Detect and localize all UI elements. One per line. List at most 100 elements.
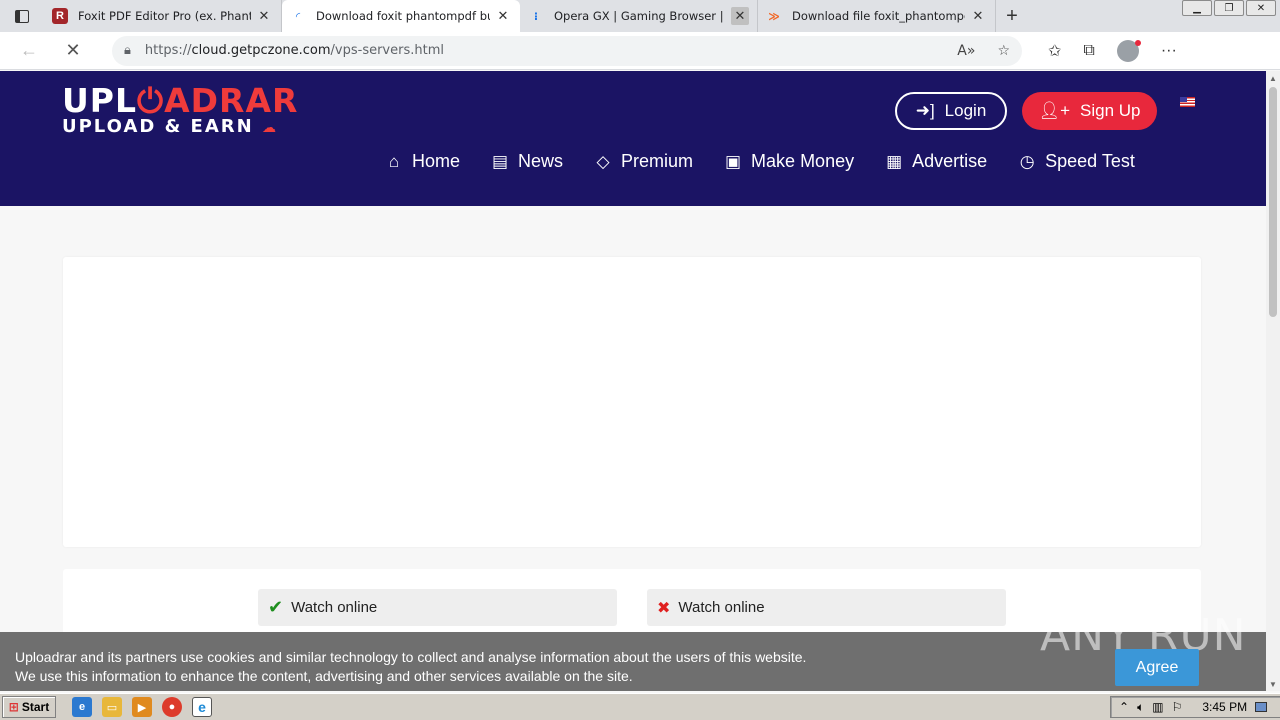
signup-button[interactable]: 👤︎+ Sign Up: [1022, 92, 1157, 130]
watch-online-unavailable[interactable]: ✖ Watch online: [647, 589, 1006, 626]
nav-label: News: [518, 151, 564, 171]
us-flag-icon[interactable]: [1180, 97, 1195, 107]
newspaper-icon: ▤: [491, 151, 509, 171]
scroll-down-icon[interactable]: ▼: [1266, 677, 1280, 691]
login-button[interactable]: ➜] Login: [895, 92, 1007, 130]
watch-online-label: Watch online: [291, 599, 378, 616]
network-icon[interactable]: ▥: [1152, 700, 1163, 714]
close-tab-icon[interactable]: ✕: [969, 7, 987, 25]
money-icon: ▣: [725, 151, 742, 171]
nav-advertise[interactable]: ▦ Advertise: [884, 151, 987, 172]
quick-launch: e ▭ ▶ ● e: [72, 697, 212, 717]
watch-online-available[interactable]: ✔ Watch online: [258, 589, 617, 626]
page-scrollbar[interactable]: ▲ ▼: [1266, 71, 1280, 691]
windows-logo-icon: ⊞: [8, 700, 19, 714]
url-path: /vps-servers.html: [330, 43, 444, 58]
media-player-icon[interactable]: ▶: [132, 697, 152, 717]
close-tab-icon[interactable]: ✕: [255, 7, 273, 25]
tab-title: Download file foxit_phantompdf_: [792, 9, 965, 23]
browser-toolbar: ← ✕ 🔒︎ https://cloud.getpczone.com/vps-s…: [0, 32, 1280, 70]
back-arrow-icon: ←: [20, 40, 38, 60]
scroll-thumb[interactable]: [1269, 87, 1277, 317]
nav-label: Home: [412, 151, 461, 171]
plus-icon: +: [1006, 4, 1018, 27]
favorites-icon[interactable]: ✩: [1048, 41, 1061, 61]
tab-title: Download foxit phantompdf busi: [316, 9, 490, 23]
nav-label: Make Money: [751, 151, 855, 171]
ad-card-icon: ▦: [886, 151, 903, 171]
stop-loading-button[interactable]: ✕: [54, 35, 92, 67]
url-scheme: https://: [144, 43, 192, 58]
signup-label: Sign Up: [1080, 101, 1141, 120]
nav-speed-test[interactable]: ◷ Speed Test: [1017, 151, 1135, 172]
new-tab-button[interactable]: +: [996, 0, 1028, 32]
browser-tab-strip: R Foxit PDF Editor Pro (ex. Phantom ✕ ◜ …: [0, 0, 1280, 32]
clock-icon: ◷: [1019, 151, 1035, 171]
nav-news[interactable]: ▤ News: [490, 151, 563, 172]
tab-download-file[interactable]: ≫ Download file foxit_phantompdf_ ✕: [758, 0, 996, 32]
window-controls: ▁ ❐ ✕: [1182, 0, 1280, 18]
ad-placeholder-card: [63, 257, 1201, 547]
add-favorite-icon[interactable]: ☆: [997, 43, 1010, 59]
profile-avatar[interactable]: [1116, 39, 1141, 62]
tab-actions-icon: [15, 9, 29, 23]
windows-taskbar: ⊞ Start e ▭ ▶ ● e ⌃ 🔈︎ ▥ ⚐ 3:45 PM: [0, 693, 1280, 720]
logo-text-a: UPL: [62, 81, 138, 120]
tab-opera-gx[interactable]: ⁝ Opera GX | Gaming Browser | Ope ✕: [520, 0, 758, 32]
more-menu-icon[interactable]: ···: [1161, 42, 1177, 60]
collections-icon[interactable]: ⧉: [1083, 42, 1094, 60]
close-icon: ✕: [65, 40, 81, 60]
restore-button[interactable]: ❐: [1214, 0, 1244, 16]
tab-actions-button[interactable]: [0, 0, 44, 32]
diamond-icon: ◇: [596, 151, 610, 171]
close-window-button[interactable]: ✕: [1246, 0, 1276, 16]
home-icon: ⌂: [388, 151, 400, 171]
scroll-up-icon[interactable]: ▲: [1266, 71, 1280, 85]
clock: 3:45 PM: [1202, 700, 1248, 714]
system-tray: ⌃ 🔈︎ ▥ ⚐ 3:45 PM: [1110, 696, 1280, 718]
uploadrar-logo[interactable]: UPL⏻ADRAR UPLOAD & EARN ☁: [62, 84, 298, 138]
site-header: UPL⏻ADRAR UPLOAD & EARN ☁ ➜] Login 👤︎+ S…: [0, 71, 1266, 206]
url-host: cloud.getpczone.com: [191, 43, 331, 58]
read-aloud-icon[interactable]: A»: [957, 43, 975, 59]
nav-label: Premium: [621, 151, 694, 171]
back-button[interactable]: ←: [10, 35, 48, 67]
cookie-text-line2: We use this information to enhance the c…: [15, 668, 633, 684]
volume-icon[interactable]: 🔈︎: [1137, 700, 1144, 715]
check-icon: ✔: [268, 597, 284, 617]
nav-label: Advertise: [912, 151, 988, 171]
close-tab-icon[interactable]: ✕: [731, 7, 749, 25]
tab-foxit[interactable]: R Foxit PDF Editor Pro (ex. Phantom ✕: [44, 0, 282, 32]
foxit-icon: R: [52, 8, 68, 24]
edge-icon[interactable]: e: [192, 697, 212, 717]
login-label: Login: [944, 101, 987, 120]
logo-tagline: UPLOAD & EARN: [62, 116, 254, 137]
uploadrar-icon: ≫: [768, 10, 780, 23]
user-plus-icon: 👤︎+: [1038, 101, 1071, 120]
tab-download-foxit[interactable]: ◜ Download foxit phantompdf busi ✕: [282, 0, 520, 32]
nav-home[interactable]: ⌂ Home: [384, 151, 460, 172]
minimize-button[interactable]: ▁: [1182, 0, 1212, 16]
tab-title: Opera GX | Gaming Browser | Ope: [554, 9, 727, 23]
nav-label: Speed Test: [1045, 151, 1135, 171]
main-nav: ⌂ Home ▤ News ◇ Premium ▣ Make Money ▦ Advert…: [384, 151, 1135, 172]
opera-icon: ⁝: [533, 10, 539, 23]
chrome-icon[interactable]: ●: [162, 697, 182, 717]
flag-icon[interactable]: ⚐: [1172, 700, 1183, 714]
close-tab-icon[interactable]: ✕: [494, 7, 512, 25]
address-bar[interactable]: 🔒︎ https://cloud.getpczone.com/vps-serve…: [112, 35, 1022, 66]
agree-button[interactable]: Agree: [1115, 649, 1199, 686]
internet-explorer-icon[interactable]: e: [72, 697, 92, 717]
start-button[interactable]: ⊞ Start: [2, 696, 56, 718]
tray-arrow-icon[interactable]: ⌃: [1119, 700, 1129, 714]
lock-icon: 🔒︎: [124, 43, 131, 58]
sign-in-icon: ➜]: [915, 101, 935, 120]
show-desktop-icon[interactable]: [1255, 702, 1268, 712]
logo-text-b: ADRAR: [164, 81, 299, 120]
start-label: Start: [21, 700, 50, 714]
nav-make-money[interactable]: ▣ Make Money: [723, 151, 854, 172]
nav-premium[interactable]: ◇ Premium: [593, 151, 693, 172]
tab-title: Foxit PDF Editor Pro (ex. Phantom: [78, 9, 251, 23]
cloud-icon: ☁: [262, 120, 278, 136]
folder-icon[interactable]: ▭: [102, 697, 122, 717]
